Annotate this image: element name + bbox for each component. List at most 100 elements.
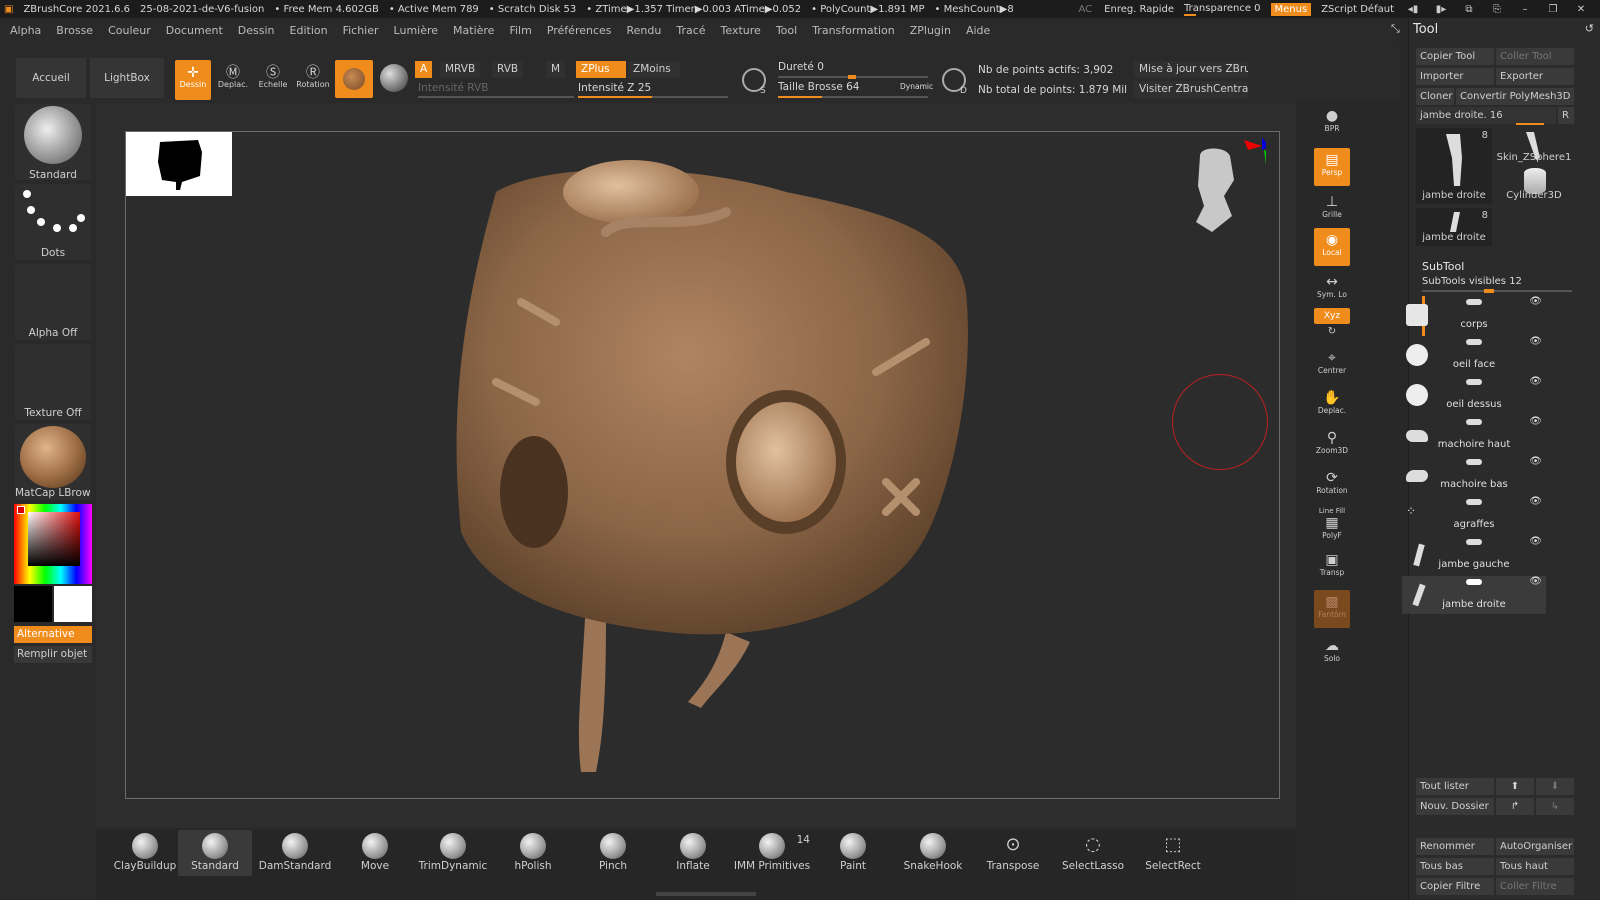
color-square[interactable] [28,512,80,566]
menu-film[interactable]: Film [509,24,531,37]
eye-icon[interactable]: 👁 [1529,376,1542,387]
menu-couleur[interactable]: Couleur [108,24,151,37]
alpha-selector[interactable]: Alpha Off [15,264,91,340]
convert-polymesh-button[interactable]: Convertir PolyMesh3D [1456,88,1574,105]
rvb-intensity-slider[interactable]: Intensité RVB [418,82,488,94]
subtool-toggles[interactable] [1452,297,1522,305]
subtool-toggles[interactable] [1452,537,1522,545]
brush-selectrect[interactable]: ⬚ SelectRect [1136,830,1210,876]
menu-aide[interactable]: Aide [966,24,990,37]
tool-thumb-jambe-droite[interactable]: 8 jambe droite [1416,128,1492,204]
dynamic-toggle[interactable]: Dynamic [900,82,933,91]
new-folder-button[interactable]: Nouv. Dossier [1416,798,1494,815]
texture-selector[interactable]: Texture Off [15,344,91,420]
brush-selector[interactable]: Standard [15,104,91,181]
rotate-axis-icon[interactable]: ↻ [1314,326,1350,340]
save-ui-icon[interactable]: ⎘ [1488,4,1506,15]
menu-rendu[interactable]: Rendu [627,24,662,37]
refresh-icon[interactable]: ↺ [1585,22,1594,35]
all-high-button[interactable]: Tous haut [1496,858,1574,875]
material-swatch-button[interactable] [335,60,373,98]
zoom3d-button[interactable]: ⚲ Zoom3D [1314,426,1350,462]
alternative-toggle[interactable]: Alternative [14,626,92,643]
menu-preferences[interactable]: Préférences [547,24,612,37]
xyz-button[interactable]: Xyz [1314,308,1350,324]
subtool-toggles[interactable] [1452,337,1522,345]
primary-color-swatch[interactable] [14,586,52,622]
copy-tool-button[interactable]: Copier Tool [1416,48,1494,65]
move-down-icon[interactable]: ⬇ [1536,778,1574,795]
eye-icon[interactable]: 👁 [1529,336,1542,347]
menu-trace[interactable]: Tracé [676,24,705,37]
menu-fichier[interactable]: Fichier [343,24,379,37]
transp-button[interactable]: ▣ Transp [1314,548,1350,584]
subtool-toggles[interactable] [1452,577,1522,585]
eye-icon[interactable]: 👁 [1529,576,1542,587]
subtool-toggles[interactable] [1452,417,1522,425]
brush-hpolish[interactable]: hPolish [496,830,570,876]
a-toggle[interactable]: A [415,61,433,78]
home-button[interactable]: Accueil [16,58,86,98]
copy-filter-button[interactable]: Copier Filtre [1416,878,1494,895]
subtool-agraffes[interactable]: ⁘ 👁 agraffes [1402,496,1546,534]
brush-claybuildup[interactable]: ClayBuildup [108,830,182,876]
sculptris-icon[interactable] [380,64,408,92]
maximize-icon[interactable]: ❐ [1544,4,1562,15]
current-tool-slider[interactable]: jambe droite. 16 [1416,107,1556,124]
minimize-icon[interactable]: – [1516,4,1534,15]
center-button[interactable]: ⌖ Centrer [1314,346,1350,382]
menu-matiere[interactable]: Matière [453,24,494,37]
subtool-corps[interactable]: 👁 corps [1402,296,1546,334]
rename-button[interactable]: Renommer [1416,838,1494,855]
import-button[interactable]: Importer [1416,68,1494,85]
menu-texture[interactable]: Texture [721,24,761,37]
z-intensity-slider[interactable]: Intensité Z 25 [578,82,651,94]
subtool-jambe-droite[interactable]: 👁 jambe droite [1402,576,1546,614]
fill-object-button[interactable]: Remplir objet [14,646,92,663]
brush-selectlasso[interactable]: ◌ SelectLasso [1056,830,1130,876]
update-button[interactable]: Mise à jour vers ZBrush [1134,61,1248,78]
menu-tool[interactable]: Tool [776,24,797,37]
menu-dessin[interactable]: Dessin [238,24,275,37]
brush-paint[interactable]: Paint [816,830,890,876]
brush-pinch[interactable]: Pinch [576,830,650,876]
visit-zbrushcentral-button[interactable]: Visiter ZBrushCentral [1134,81,1248,98]
bpr-button[interactable]: ● BPR [1314,104,1350,142]
lightbox-button[interactable]: LightBox [90,58,164,98]
subtool-toggles[interactable] [1452,377,1522,385]
pan-button[interactable]: ✋ Deplac. [1314,386,1350,422]
brush-transpose[interactable]: ⊙ Transpose [976,830,1050,876]
zscript-button[interactable]: ZScript Défaut [1321,4,1394,15]
brush-trimdynamic[interactable]: TrimDynamic [416,830,490,876]
brush-snakehook[interactable]: SnakeHook [896,830,970,876]
subtool-oeil-dessus[interactable]: 👁 oeil dessus [1402,376,1546,414]
menu-alpha[interactable]: Alpha [10,24,41,37]
menu-transformation[interactable]: Transformation [812,24,895,37]
menu-edition[interactable]: Edition [290,24,328,37]
draw-button[interactable]: ✛ Dessin [175,60,211,100]
polyf-button[interactable]: Line Fill ▦ PolyF [1314,506,1350,542]
menu-zplugin[interactable]: ZPlugin [910,24,951,37]
windows-icon[interactable]: ⧉ [1460,4,1478,15]
eye-icon[interactable]: 👁 [1529,416,1542,427]
eye-icon[interactable]: 👁 [1529,496,1542,507]
symmetry-local-button[interactable]: ↔ Sym. Lo [1314,270,1350,304]
color-picker[interactable] [14,504,92,584]
grid-button[interactable]: ⊥ Grille [1314,190,1350,224]
paste-tool-button[interactable]: Coller Tool [1496,48,1574,65]
menu-lumiere[interactable]: Lumière [394,24,439,37]
brush-inflate[interactable]: Inflate [656,830,730,876]
local-button[interactable]: ◉ Local [1314,228,1350,266]
menus-button[interactable]: Menus [1270,2,1312,16]
rotate-view-button[interactable]: ⟳ Rotation [1314,466,1350,502]
canvas[interactable] [125,131,1280,799]
move-up-icon[interactable]: ⬆ [1496,778,1534,795]
redo-arrow-icon[interactable]: ↱ [1496,798,1534,815]
brush-bar-scroll[interactable] [656,892,756,896]
subtools-visible-slider[interactable]: SubTools visibles 12 [1422,276,1522,287]
rvb-toggle[interactable]: RVB [492,61,524,78]
hardness-slider[interactable]: Dureté 0 [778,61,824,73]
solo-button[interactable]: ☁ Solo [1314,634,1350,668]
secondary-color-swatch[interactable] [54,586,92,622]
material-selector[interactable]: MatCap LBrown0 [15,424,91,500]
